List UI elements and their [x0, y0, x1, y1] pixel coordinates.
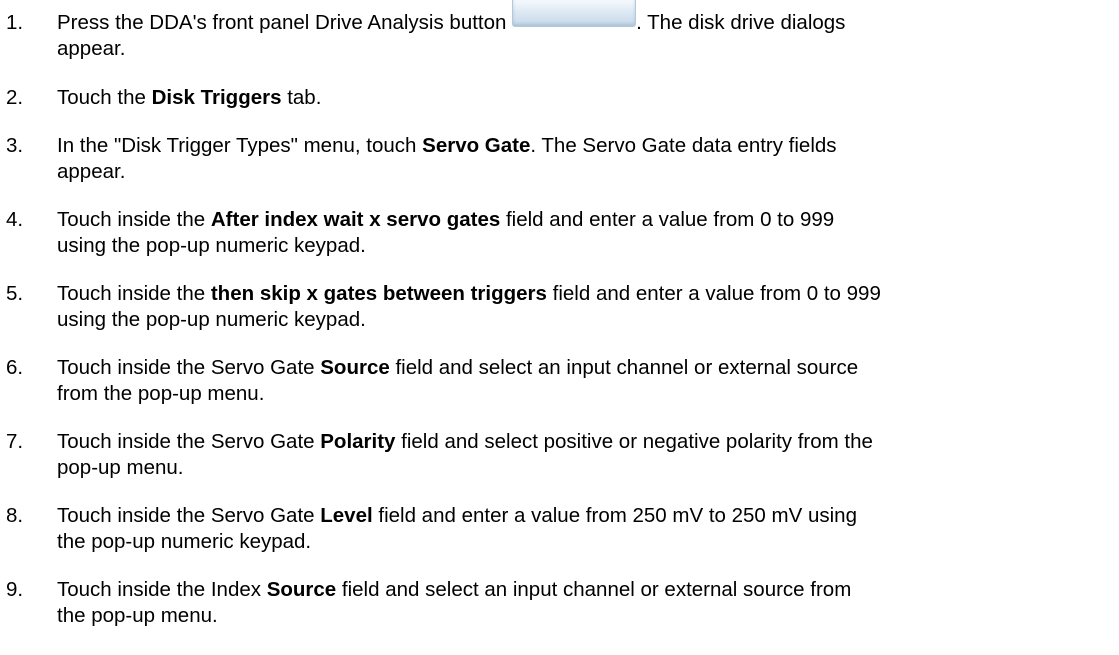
step-text: Press the DDA's front panel Drive Analys…	[57, 0, 846, 36]
step-text-continued: appear.	[57, 37, 126, 60]
step-text: Touch inside the Index Source field and …	[57, 577, 851, 603]
ui-term: Level	[320, 504, 373, 527]
step-text-part: Touch inside the	[57, 208, 206, 231]
step-text-part: tab.	[287, 86, 322, 109]
step-text-part: Touch inside the	[57, 282, 206, 305]
step-text-part: field and select positive or negative po…	[401, 430, 873, 453]
step-text: Touch the Disk Triggers tab.	[57, 85, 321, 111]
ui-term: Source	[266, 578, 337, 601]
ui-term: After index wait x servo gates	[210, 208, 501, 231]
ui-term: Disk Triggers	[151, 86, 282, 109]
drive-analysis-button-icon	[512, 0, 637, 27]
ui-term: Servo Gate	[422, 134, 531, 157]
step-number: 3.	[6, 134, 24, 157]
step-text: Touch inside the Servo Gate Level field …	[57, 503, 857, 529]
step-text-part: Touch inside the Servo Gate	[57, 504, 315, 527]
step-text: Touch inside the Servo Gate Polarity fie…	[57, 429, 873, 455]
step-text-part: field and select an input channel or ext…	[341, 578, 852, 601]
step-number: 4.	[6, 208, 24, 231]
step-number: 9.	[6, 578, 24, 601]
step-text-part: field and select an input channel or ext…	[395, 356, 859, 379]
step-text-part: Press the DDA's front panel Drive Analys…	[57, 11, 507, 34]
step-number: 8.	[6, 504, 24, 527]
step-text-part: field and enter a value from 0 to 999	[552, 282, 881, 305]
step-text: Touch inside the then skip x gates betwe…	[57, 281, 881, 307]
step-text-part: field and enter a value from 0 to 999	[505, 208, 835, 231]
step-text-part: Touch the	[57, 86, 146, 109]
step-text-part: In the "Disk Trigger Types" menu, touch	[57, 134, 417, 157]
ui-term: Polarity	[320, 430, 396, 453]
step-number: 2.	[6, 86, 24, 109]
step-text-part: Touch inside the Servo Gate	[57, 356, 315, 379]
step-number: 7.	[6, 430, 24, 453]
ui-term: then skip x gates between triggers	[210, 282, 547, 305]
step-text-part: Touch inside the Index	[57, 578, 261, 601]
ui-term: Source	[320, 356, 390, 379]
step-text-part: . The Servo Gate data entry fields	[530, 134, 837, 157]
step-text-continued: the pop-up numeric keypad.	[57, 530, 312, 553]
step-text-part: Touch inside the Servo Gate	[57, 430, 315, 453]
step-number: 5.	[6, 282, 24, 305]
step-text-continued: from the pop-up menu.	[57, 382, 265, 405]
step-text-part: field and enter a value from 250 mV to 2…	[378, 504, 857, 527]
step-text-continued: using the pop-up numeric keypad.	[57, 308, 366, 331]
step-number: 1.	[6, 11, 24, 34]
step-text-continued: the pop-up menu.	[57, 604, 218, 627]
step-text: Touch inside the After index wait x serv…	[57, 207, 834, 233]
step-text-part: . The disk drive dialogs	[636, 11, 846, 34]
step-text: Touch inside the Servo Gate Source field…	[57, 355, 858, 381]
step-text-continued: pop-up menu.	[57, 456, 184, 479]
step-text: In the "Disk Trigger Types" menu, touch …	[57, 133, 837, 159]
step-text-continued: using the pop-up numeric keypad.	[57, 234, 366, 257]
step-number: 6.	[6, 356, 24, 379]
step-text-continued: appear.	[57, 160, 126, 183]
